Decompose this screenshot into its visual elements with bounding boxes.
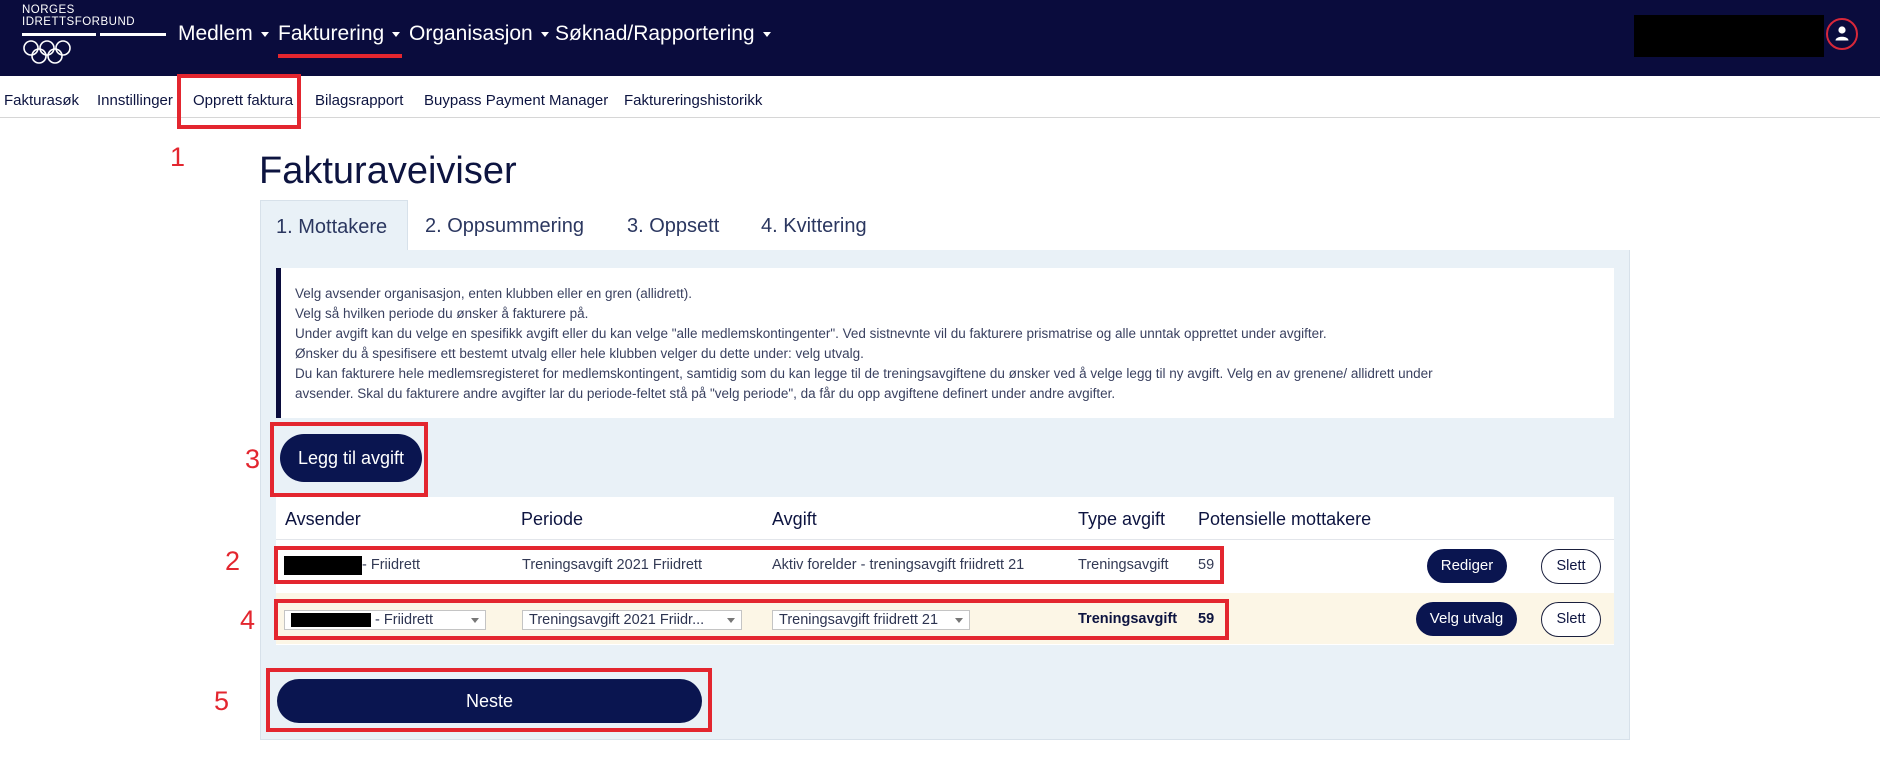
chevron-down-icon: [392, 31, 401, 37]
annotation-number-3: 3: [245, 444, 261, 474]
page-title: Fakturaveiviser: [259, 150, 517, 192]
nav-soknad-rapportering[interactable]: Søknad/Rapportering: [555, 22, 771, 46]
subnav-fakturasok[interactable]: Fakturasøk: [4, 92, 79, 109]
nav-fakturering-label: Fakturering: [278, 22, 385, 45]
user-avatar[interactable]: [1826, 18, 1858, 50]
annotation-box-1: [177, 74, 301, 129]
annotation-number-5: 5: [214, 686, 230, 716]
subnav-buypass[interactable]: Buypass Payment Manager: [424, 92, 608, 109]
select-selection-button[interactable]: Velg utvalg: [1416, 602, 1517, 636]
info-line: Du kan fakturere hele medlemsregisteret …: [295, 366, 1433, 381]
logo-line-2: IDRETTSFORBUND: [22, 16, 136, 28]
info-line: Velg avsender organisasjon, enten klubbe…: [295, 286, 692, 301]
delete-button[interactable]: Slett: [1541, 602, 1601, 637]
annotation-box-5: [266, 668, 712, 732]
info-line: Velg så hvilken periode du ønsker å fakt…: [295, 306, 589, 321]
annotation-number-2: 2: [225, 546, 241, 576]
delete-button[interactable]: Slett: [1541, 549, 1601, 584]
chevron-down-icon: [260, 31, 269, 37]
column-header-avgift: Avgift: [772, 509, 817, 529]
top-navigation-bar: NORGES IDRETTSFORBUND Medlem Fakturering…: [0, 0, 1880, 76]
nav-medlem[interactable]: Medlem: [178, 22, 269, 46]
annotation-box-2: [274, 546, 1224, 584]
tab-oppsett[interactable]: 3. Oppsett: [627, 200, 719, 250]
subnav-bilagsrapport[interactable]: Bilagsrapport: [315, 92, 403, 109]
annotation-box-4: [274, 599, 1229, 640]
info-box: Velg avsender organisasjon, enten klubbe…: [276, 268, 1614, 418]
logo-bar-right: [100, 33, 166, 36]
annotation-number-1: 1: [170, 142, 186, 172]
user-name-redacted[interactable]: [1634, 15, 1824, 57]
logo-line-1: NORGES: [22, 4, 75, 16]
nav-organisasjon-label: Organisasjon: [409, 22, 533, 45]
nav-medlem-label: Medlem: [178, 22, 253, 45]
column-header-potensielle-mottakere: Potensielle mottakere: [1198, 509, 1372, 529]
tab-oppsummering[interactable]: 2. Oppsummering: [425, 200, 584, 250]
table-divider: [276, 539, 1614, 540]
annotation-box-3: [270, 422, 428, 497]
info-line: Ønsker du å spesifisere ett bestemt utva…: [295, 346, 864, 361]
subnav-faktureringshistorikk[interactable]: Faktureringshistorikk: [624, 92, 762, 109]
nif-logo[interactable]: NORGES IDRETTSFORBUND: [22, 4, 166, 66]
tab-kvittering[interactable]: 4. Kvittering: [761, 200, 867, 250]
edit-button[interactable]: Rediger: [1427, 549, 1507, 583]
nav-fakturering[interactable]: Fakturering: [278, 22, 401, 46]
tab-mottakere[interactable]: 1. Mottakere: [260, 200, 408, 250]
column-header-avsender: Avsender: [285, 509, 361, 529]
subnav-innstillinger[interactable]: Innstillinger: [97, 92, 173, 109]
annotation-number-4: 4: [240, 605, 256, 635]
nav-soknad-label: Søknad/Rapportering: [555, 22, 755, 45]
info-line: avsender. Skal du fakturere andre avgift…: [295, 386, 1116, 401]
column-header-periode: Periode: [521, 509, 584, 529]
nav-organisasjon[interactable]: Organisasjon: [409, 22, 549, 46]
info-line: Under avgift kan du velge en spesifikk a…: [295, 326, 1327, 341]
chevron-down-icon: [540, 31, 549, 37]
active-nav-underline: [278, 54, 402, 58]
column-header-type-avgift: Type avgift: [1078, 509, 1166, 529]
chevron-down-icon: [762, 31, 771, 37]
logo-bar-left: [22, 33, 96, 36]
user-icon: [1835, 26, 1849, 41]
olympic-rings-icon: [23, 40, 71, 64]
